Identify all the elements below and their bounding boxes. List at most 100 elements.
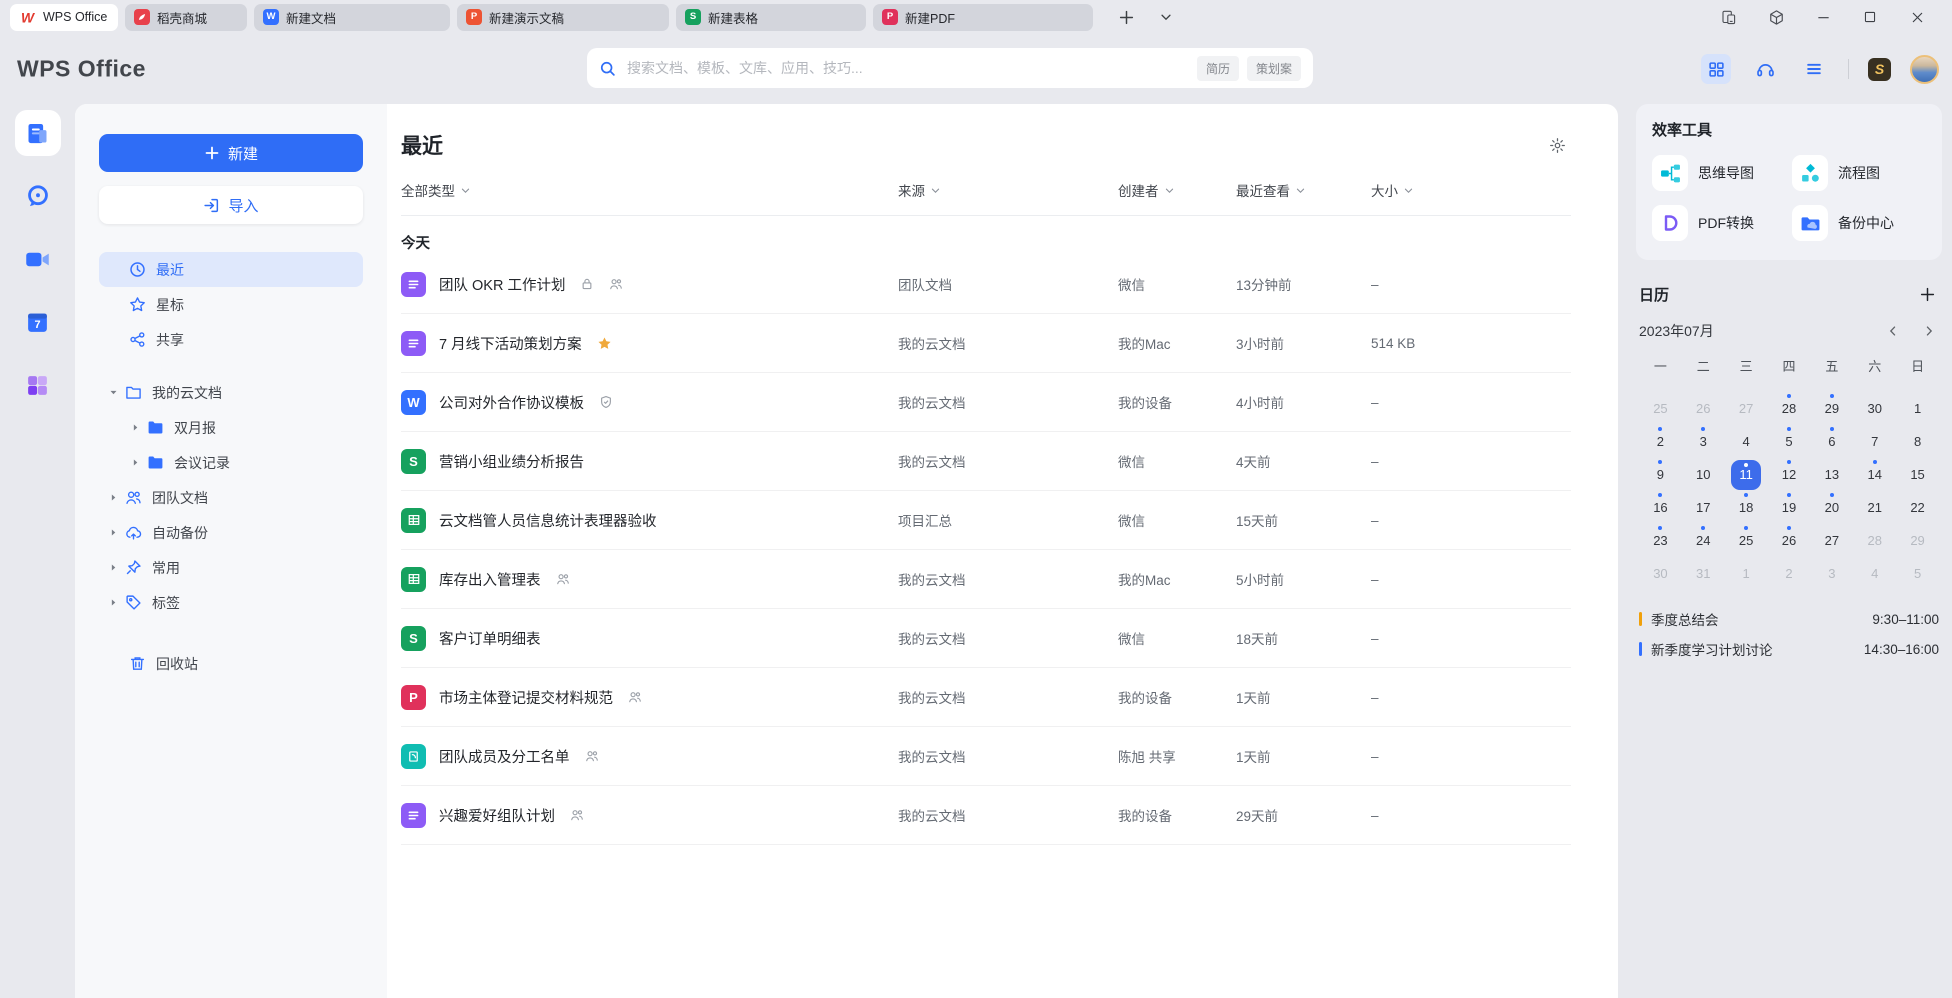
calendar-day[interactable]: 30 [1639, 557, 1682, 590]
calendar-day[interactable]: 5 [1768, 425, 1811, 458]
calendar-day[interactable]: 29 [1810, 392, 1853, 425]
avatar[interactable] [1910, 55, 1939, 84]
sidebar-item-9[interactable]: 标签 [99, 585, 363, 620]
sidebar-item-0[interactable]: 最近 [99, 252, 363, 287]
tab-4[interactable]: S新建表格 [676, 4, 866, 31]
filter-dropdown-2[interactable]: 创建者 [1118, 180, 1236, 200]
filter-dropdown-1[interactable]: 来源 [898, 180, 1118, 200]
import-button[interactable]: 导入 [99, 186, 363, 224]
file-row-0[interactable]: 团队 OKR 工作计划团队文档微信13分钟前– [401, 255, 1571, 314]
calendar-prev-button[interactable] [1883, 321, 1903, 341]
new-tab-button[interactable] [1114, 5, 1138, 29]
filter-dropdown-0[interactable]: 全部类型 [401, 180, 898, 200]
calendar-day[interactable]: 28 [1768, 392, 1811, 425]
member-badge[interactable]: S [1868, 58, 1891, 81]
calendar-day[interactable]: 3 [1682, 425, 1725, 458]
file-row-7[interactable]: P市场主体登记提交材料规范我的云文档我的设备1天前– [401, 668, 1571, 727]
calendar-add-button[interactable] [1915, 282, 1939, 306]
maximize-button[interactable] [1857, 4, 1883, 30]
calendar-day[interactable]: 3 [1810, 557, 1853, 590]
rail-item-documents[interactable] [15, 110, 61, 156]
sidebar-item-6[interactable]: 团队文档 [99, 480, 363, 515]
tool-3[interactable]: 备份中心 [1792, 205, 1926, 241]
calendar-day[interactable]: 30 [1853, 392, 1896, 425]
sidebar-item-7[interactable]: 自动备份 [99, 515, 363, 550]
calendar-day[interactable]: 27 [1725, 392, 1768, 425]
calendar-day[interactable]: 21 [1853, 491, 1896, 524]
calendar-day[interactable]: 1 [1725, 557, 1768, 590]
calendar-day[interactable]: 25 [1639, 392, 1682, 425]
calendar-day[interactable]: 26 [1682, 392, 1725, 425]
file-row-6[interactable]: S客户订单明细表我的云文档微信18天前– [401, 609, 1571, 668]
calendar-day[interactable]: 7 [1853, 425, 1896, 458]
rail-item-apps[interactable] [15, 362, 61, 408]
menu-button[interactable] [1799, 54, 1829, 84]
calendar-day[interactable]: 14 [1853, 458, 1896, 491]
rail-item-calendar[interactable]: 7 [15, 299, 61, 345]
file-row-3[interactable]: S营销小组业绩分析报告我的云文档微信4天前– [401, 432, 1571, 491]
tool-0[interactable]: 思维导图 [1652, 155, 1786, 191]
file-row-9[interactable]: 兴趣爱好组队计划我的云文档我的设备29天前– [401, 786, 1571, 845]
filter-dropdown-3[interactable]: 最近查看 [1236, 180, 1371, 200]
file-row-2[interactable]: W公司对外合作协议模板我的云文档我的设备4小时前– [401, 373, 1571, 432]
calendar-day[interactable]: 6 [1810, 425, 1853, 458]
tab-0[interactable]: WWPS Office [10, 4, 118, 31]
calendar-day[interactable]: 26 [1768, 524, 1811, 557]
new-button[interactable]: 新建 [99, 134, 363, 172]
sidebar-item-2[interactable]: 共享 [99, 322, 363, 357]
calendar-day[interactable]: 12 [1768, 458, 1811, 491]
calendar-day[interactable]: 19 [1768, 491, 1811, 524]
calendar-day[interactable]: 9 [1639, 458, 1682, 491]
calendar-day[interactable]: 10 [1682, 458, 1725, 491]
calendar-day[interactable]: 2 [1639, 425, 1682, 458]
view-grid-button[interactable] [1701, 54, 1731, 84]
tab-3[interactable]: P新建演示文稿 [457, 4, 669, 31]
sidebar-item-3[interactable]: 我的云文档 [99, 375, 363, 410]
tab-5[interactable]: P新建PDF [873, 4, 1093, 31]
calendar-event-0[interactable]: 季度总结会9:30–11:00 [1639, 604, 1939, 634]
file-row-5[interactable]: 库存出入管理表我的云文档我的Mac5小时前– [401, 550, 1571, 609]
calendar-day[interactable]: 16 [1639, 491, 1682, 524]
calendar-day[interactable]: 8 [1896, 425, 1939, 458]
minimize-button[interactable] [1810, 4, 1836, 30]
calendar-day[interactable]: 24 [1682, 524, 1725, 557]
calendar-day[interactable]: 15 [1896, 458, 1939, 491]
calendar-day[interactable]: 17 [1682, 491, 1725, 524]
tab-1[interactable]: 稻壳商城 [125, 4, 247, 31]
tool-2[interactable]: PDF转换 [1652, 205, 1786, 241]
sidebar-item-4[interactable]: 双月报 [99, 410, 363, 445]
calendar-day[interactable]: 20 [1810, 491, 1853, 524]
calendar-day[interactable]: 5 [1896, 557, 1939, 590]
sidebar-item-8[interactable]: 常用 [99, 550, 363, 585]
calendar-day[interactable]: 25 [1725, 524, 1768, 557]
calendar-event-1[interactable]: 新季度学习计划讨论14:30–16:00 [1639, 634, 1939, 664]
file-row-4[interactable]: 云文档管人员信息统计表理器验收项目汇总微信15天前– [401, 491, 1571, 550]
calendar-day[interactable]: 4 [1725, 425, 1768, 458]
calendar-day[interactable]: 4 [1853, 557, 1896, 590]
calendar-day[interactable]: 28 [1853, 524, 1896, 557]
support-headset-button[interactable] [1750, 54, 1780, 84]
close-button[interactable] [1904, 4, 1930, 30]
calendar-next-button[interactable] [1919, 321, 1939, 341]
sidebar-item-5[interactable]: 会议记录 [99, 445, 363, 480]
tab-list-chevron[interactable] [1154, 5, 1178, 29]
workspace-cube-button[interactable] [1763, 4, 1789, 30]
calendar-day[interactable]: 29 [1896, 524, 1939, 557]
tool-1[interactable]: 流程图 [1792, 155, 1926, 191]
calendar-day[interactable]: 22 [1896, 491, 1939, 524]
calendar-day[interactable]: 2 [1768, 557, 1811, 590]
file-row-8[interactable]: 团队成员及分工名单我的云文档陈旭 共享1天前– [401, 727, 1571, 786]
search-tag-0[interactable]: 简历 [1197, 56, 1239, 81]
devices-button[interactable] [1716, 4, 1742, 30]
filter-dropdown-4[interactable]: 大小 [1371, 180, 1571, 200]
calendar-day[interactable]: 23 [1639, 524, 1682, 557]
settings-gear-button[interactable] [1543, 131, 1571, 159]
file-row-1[interactable]: 7 月线下活动策划方案我的云文档我的Mac3小时前514 KB [401, 314, 1571, 373]
calendar-day[interactable]: 11 [1725, 458, 1768, 491]
sidebar-item-10[interactable]: 回收站 [99, 646, 363, 681]
sidebar-item-1[interactable]: 星标 [99, 287, 363, 322]
calendar-day[interactable]: 31 [1682, 557, 1725, 590]
search-tag-1[interactable]: 策划案 [1247, 56, 1301, 81]
calendar-day[interactable]: 27 [1810, 524, 1853, 557]
calendar-day[interactable]: 13 [1810, 458, 1853, 491]
